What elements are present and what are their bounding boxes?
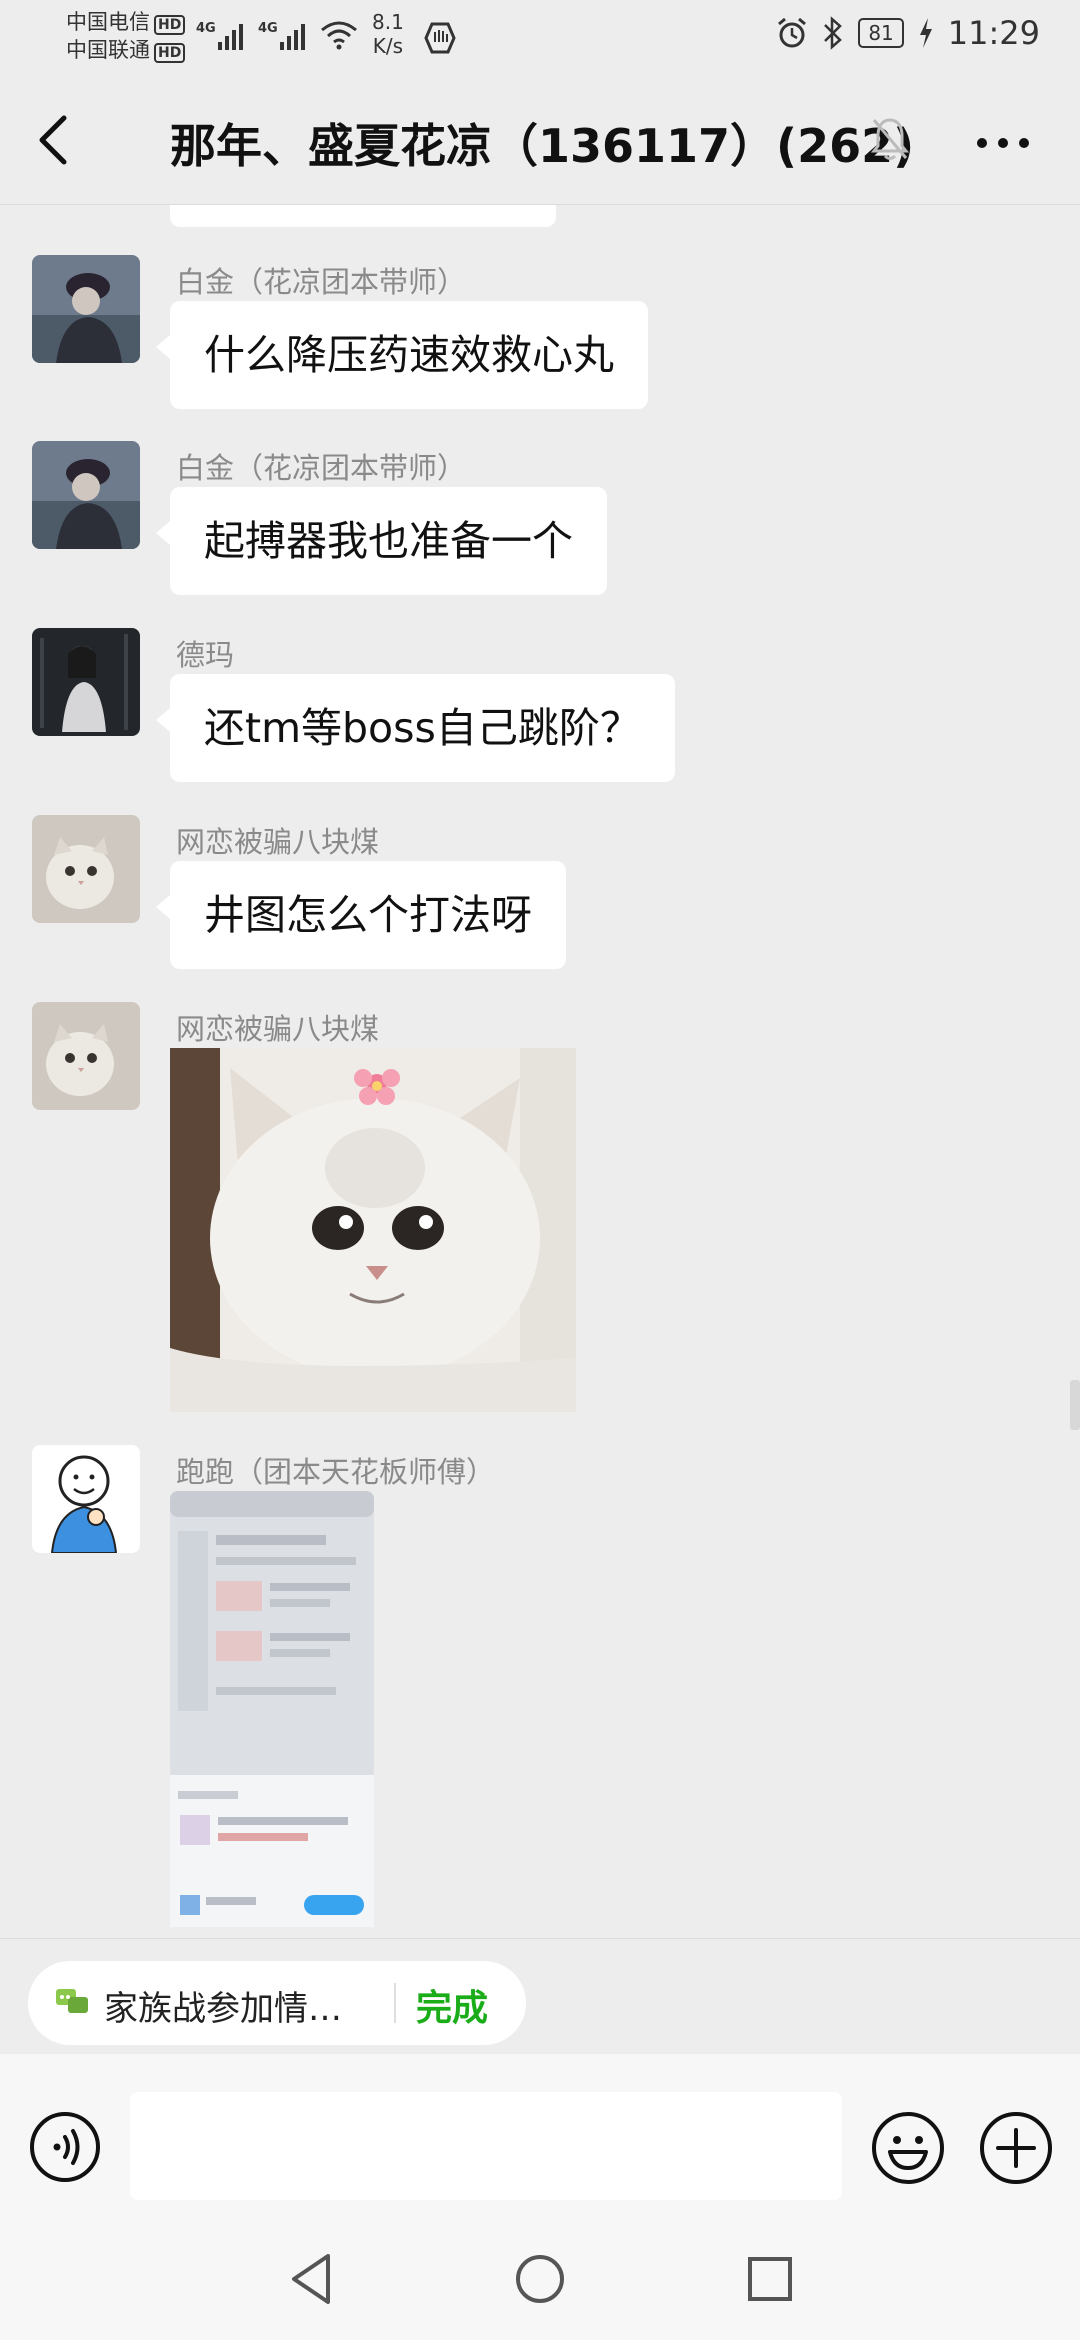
done-button[interactable]: 完成 — [416, 1979, 488, 2031]
emoji-icon[interactable] — [870, 2110, 946, 2186]
sender-name: 白金（花凉团本带师） — [176, 451, 467, 485]
hand-icon — [424, 22, 456, 54]
clock: 11:29 — [947, 14, 1040, 52]
more-options-icon[interactable] — [975, 136, 1031, 150]
screenshot-thumbnail-image[interactable] — [170, 1491, 374, 1927]
quick-reply-text: 家族战参加情… — [104, 1989, 342, 2029]
back-arrow-icon[interactable] — [30, 112, 80, 168]
sender-name: 白金（花凉团本带师） — [176, 265, 467, 299]
net-speed: 8.1 K/s — [372, 10, 404, 58]
hd-badge: HD — [154, 15, 186, 35]
scrollbar[interactable] — [1070, 1380, 1080, 1430]
avatar[interactable] — [32, 255, 140, 363]
message-bubble[interactable]: 起搏器我也准备一个 — [156, 487, 607, 595]
chat-title: 那年、盛夏花凉（136117）(262) — [170, 119, 915, 173]
nav-back-icon[interactable] — [284, 2250, 340, 2308]
chat-area[interactable]: 白金（花凉团本带师） 什么降压药速效救心丸 白金（花凉团本带师） 起搏器我也准备… — [0, 205, 1080, 1938]
cat-sticker-image[interactable] — [170, 1048, 576, 1412]
system-nav-bar — [0, 2230, 1080, 2340]
bluetooth-icon — [824, 16, 843, 50]
carrier-info: 中国电信 HD 中国联通 HD — [66, 8, 186, 64]
sender-name: 跑跑（团本天花板师傅） — [176, 1455, 496, 1489]
signal-icon: 4G — [258, 21, 305, 50]
quick-reply-bar: 家族战参加情… 完成 — [0, 1938, 1080, 2055]
quick-reply-pill[interactable]: 家族战参加情… 完成 — [28, 1961, 526, 2045]
svg-text:4G: 4G — [258, 21, 278, 36]
sender-name: 网恋被骗八块煤 — [176, 1012, 380, 1046]
nav-home-icon[interactable] — [512, 2250, 568, 2308]
avatar[interactable] — [32, 441, 140, 549]
partial-message-bubble[interactable] — [170, 205, 556, 227]
input-bar — [0, 2054, 1080, 2230]
mute-bell-icon — [870, 118, 910, 160]
message-bubble[interactable]: 什么降压药速效救心丸 — [156, 301, 648, 409]
carrier-1: 中国电信 — [66, 10, 150, 34]
status-right: 81 11:29 — [776, 14, 1040, 52]
charging-icon — [919, 18, 932, 48]
wifi-icon — [321, 21, 357, 50]
svg-text:4G: 4G — [196, 21, 216, 36]
alarm-icon — [778, 17, 807, 48]
signal-icon: 4G — [196, 21, 243, 50]
status-bar: 中国电信 HD 中国联通 HD 4G 4G 8.1 K/s 81 11:29 — [0, 0, 1080, 76]
battery-level: 81 — [858, 18, 904, 48]
nav-recent-apps-icon[interactable] — [742, 2250, 798, 2308]
chat-header: 那年、盛夏花凉（136117）(262) — [0, 76, 1080, 205]
sender-name: 德玛 — [176, 638, 235, 672]
group-chat-icon — [56, 1989, 88, 2013]
plus-icon[interactable] — [978, 2110, 1054, 2186]
message-bubble[interactable]: 井图怎么个打法呀 — [156, 861, 566, 969]
voice-input-icon[interactable] — [28, 2110, 102, 2184]
hd-badge: HD — [154, 43, 186, 63]
avatar[interactable] — [32, 815, 140, 923]
message-bubble[interactable]: 还tm等boss自己跳阶？ — [156, 674, 675, 782]
divider — [394, 1983, 396, 2023]
avatar[interactable] — [32, 1445, 140, 1553]
avatar[interactable] — [32, 628, 140, 736]
sender-name: 网恋被骗八块煤 — [176, 825, 380, 859]
avatar[interactable] — [32, 1002, 140, 1110]
carrier-2: 中国联通 — [66, 38, 150, 62]
message-input[interactable] — [130, 2092, 842, 2200]
